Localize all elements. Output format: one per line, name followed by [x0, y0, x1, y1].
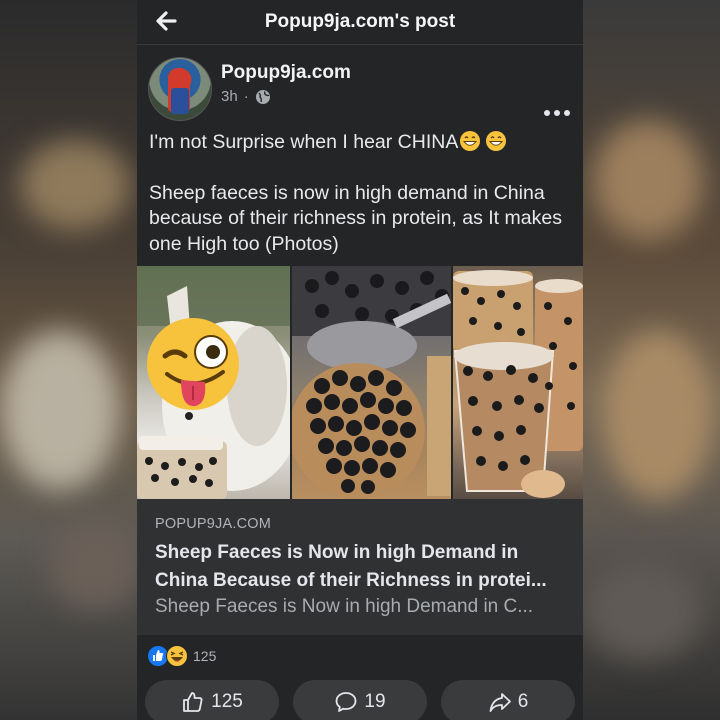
page-title: Popup9ja.com's post: [264, 11, 456, 32]
link-title-line2: China Because of their Richness in prote…: [155, 570, 547, 591]
link-title: Sheep Faeces is Now in high Demand in Ch…: [155, 539, 570, 595]
back-arrow-icon[interactable]: [151, 6, 181, 36]
comment-count: 19: [364, 691, 386, 712]
avatar[interactable]: [148, 57, 212, 121]
grinning-emoji-icon: [486, 131, 507, 151]
share-count: 6: [517, 691, 529, 712]
top-bar: Popup9ja.com's post: [137, 0, 583, 45]
tapioca-pearls-photo: [292, 266, 451, 499]
reaction-summary[interactable]: 125: [147, 645, 216, 667]
more-icon[interactable]: [543, 108, 571, 118]
post-header: Popup9ja.com 3h ·: [137, 45, 583, 121]
thumbs-up-icon: [183, 692, 203, 712]
globe-icon: [255, 89, 270, 104]
winking-tongue-emoji: [147, 318, 239, 410]
sheep-photo: [137, 266, 290, 499]
like-button[interactable]: 125: [145, 680, 279, 720]
post-text: I'm not Surprise when I hear CHINA Sheep…: [149, 130, 573, 257]
post-screen: Popup9ja.com's post Popup9ja.com 3h · I'…: [137, 0, 583, 720]
like-count: 125: [211, 691, 243, 712]
reaction-count: 125: [193, 648, 217, 664]
action-bar: 125 19 6: [137, 680, 583, 720]
post-meta: 3h ·: [221, 88, 271, 105]
blurred-background-right: [583, 0, 720, 720]
bubble-tea-cups-photo: [453, 266, 583, 499]
link-title-line1: Sheep Faeces is Now in high Demand in: [155, 542, 519, 563]
share-button[interactable]: 6: [441, 680, 575, 720]
comment-button[interactable]: 19: [293, 680, 427, 720]
link-description: Sheep Faeces is Now in high Demand in C.…: [155, 596, 534, 617]
post-text-line1: I'm not Surprise when I hear CHINA: [149, 131, 459, 153]
meta-separator: ·: [243, 88, 249, 105]
haha-reaction-icon: [166, 645, 188, 667]
share-icon: [489, 693, 511, 712]
post-time: 3h: [221, 88, 238, 105]
post-text-paragraph: Sheep faeces is now in high demand in Ch…: [149, 181, 562, 255]
link-preview-card[interactable]: POPUP9JA.COM Sheep Faeces is Now in high…: [137, 499, 583, 635]
grinning-emoji-icon: [460, 131, 481, 151]
author-name[interactable]: Popup9ja.com: [221, 62, 351, 84]
link-domain: POPUP9JA.COM: [155, 516, 272, 532]
comment-icon: [336, 692, 357, 712]
post-image-collage[interactable]: [137, 266, 583, 499]
blurred-background-left: [0, 0, 137, 720]
